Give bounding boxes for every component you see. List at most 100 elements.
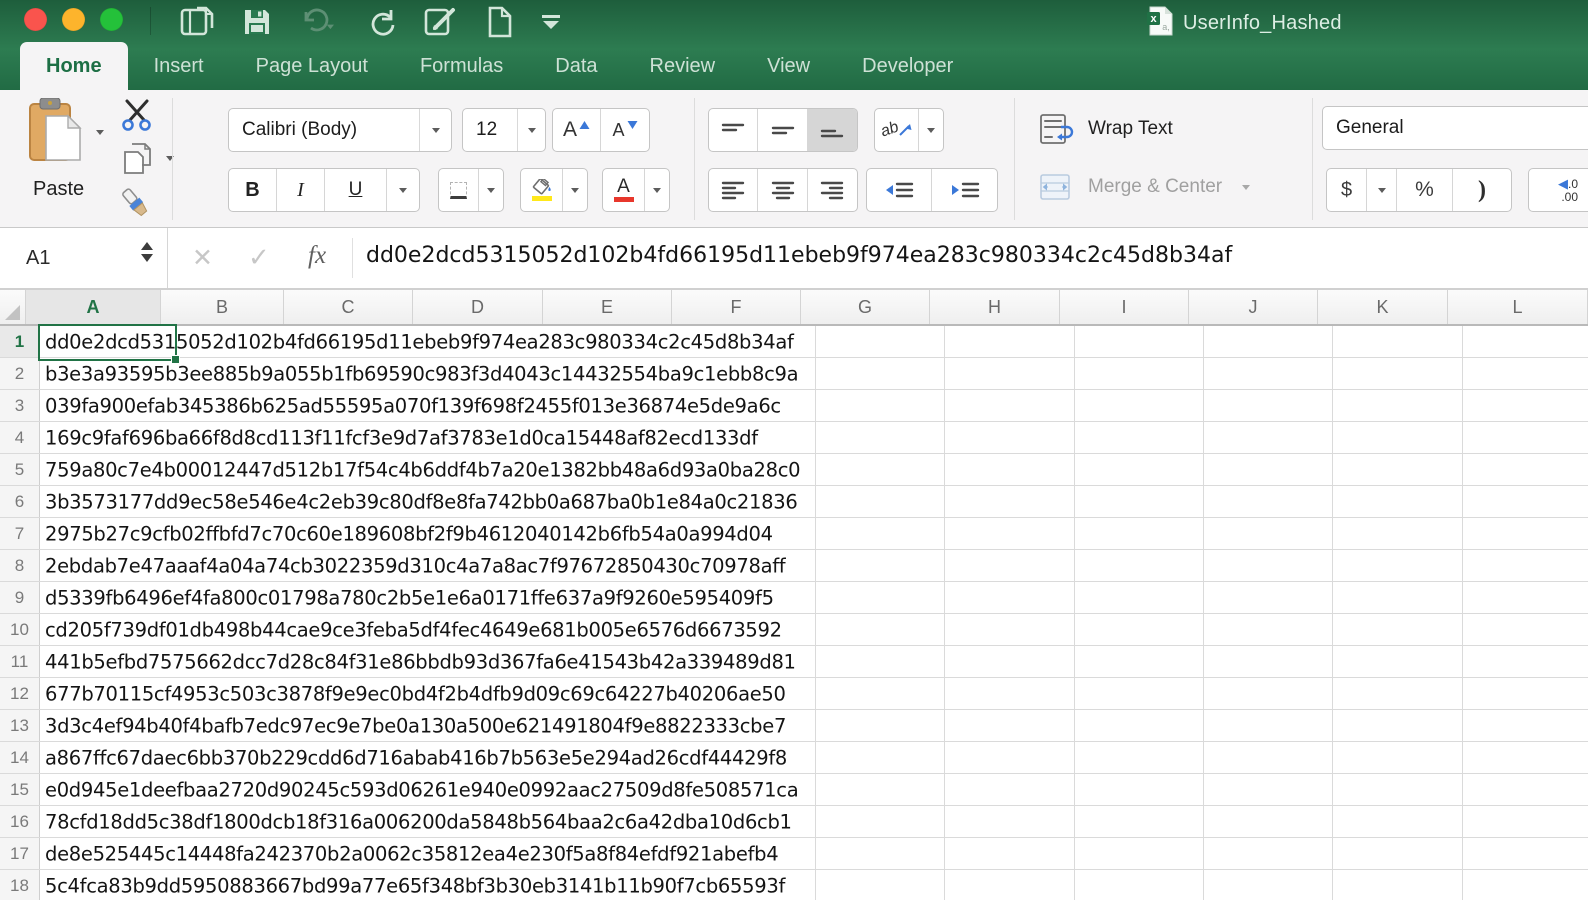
align-left-button[interactable] [709,169,759,211]
row-header-4[interactable]: 4 [0,422,40,453]
row-header-3[interactable]: 3 [0,390,40,421]
decrease-decimal-button[interactable]: ◀.0 .00 [1528,168,1588,212]
currency-button[interactable]: $ [1327,169,1367,211]
borders-button[interactable] [439,169,479,211]
column-header-I[interactable]: I [1060,290,1189,324]
paste-button[interactable] [24,97,86,173]
undo-icon[interactable] [300,7,340,37]
tab-review[interactable]: Review [624,42,742,90]
decrease-indent-button[interactable] [867,169,932,211]
tab-view[interactable]: View [741,42,836,90]
align-right-button[interactable] [808,169,857,211]
cell-value[interactable]: de8e525445c14448fa242370b2a0062c35812ea4… [45,842,779,865]
column-header-F[interactable]: F [672,290,801,324]
align-bottom-button[interactable] [807,109,857,151]
underline-dropdown[interactable] [387,169,419,211]
new-document-icon[interactable] [487,6,513,38]
row-header-5[interactable]: 5 [0,454,40,485]
column-header-C[interactable]: C [284,290,413,324]
column-header-E[interactable]: E [543,290,672,324]
row-header-1[interactable]: 1 [0,326,40,357]
cut-button[interactable] [120,98,154,137]
cell-value[interactable]: 3d3c4ef94b40f4bafb7edc97ec9e7be0a130a500… [45,714,786,737]
number-format-select[interactable]: General [1322,106,1588,150]
orientation-dropdown[interactable] [919,109,943,151]
tab-formulas[interactable]: Formulas [394,42,529,90]
shrink-font-button[interactable]: A [601,109,649,151]
percent-button[interactable]: % [1397,169,1453,211]
name-box[interactable]: A1 [0,228,168,288]
redo-icon[interactable] [367,6,397,38]
cell-value[interactable]: 78cfd18dd5c38df1800dcb18f316a006200da584… [45,810,792,833]
comma-style-button[interactable]: ) [1453,169,1511,211]
close-window-button[interactable] [24,8,47,31]
formula-input[interactable]: dd0e2dcd5315052d102b4fd66195d11ebeb9f974… [366,243,1584,268]
fill-color-button[interactable] [521,169,563,211]
row-header-13[interactable]: 13 [0,710,40,741]
cell-value[interactable]: 039fa900efab345386b625ad55595a070f139f69… [45,394,781,417]
copy-button[interactable] [122,142,154,185]
column-header-K[interactable]: K [1318,290,1448,324]
font-size-select[interactable]: 12 [462,108,546,152]
cell-value[interactable]: 759a80c7e4b00012447d512b17f54c4b6ddf4b7a… [45,458,801,481]
align-center-button[interactable] [758,169,808,211]
font-name-select[interactable]: Calibri (Body) [228,108,452,152]
tab-developer[interactable]: Developer [836,42,979,90]
edit-document-icon[interactable] [424,6,460,38]
cell-value[interactable]: 169c9faf696ba66f8d8cd113f11fcf3e9d7af378… [45,426,758,449]
tab-page-layout[interactable]: Page Layout [230,42,394,90]
column-header-G[interactable]: G [801,290,930,324]
row-header-8[interactable]: 8 [0,550,40,581]
cell-value[interactable]: 441b5efbd7575662dcc7d28c84f31e86bbdb93d3… [45,650,796,673]
row-header-10[interactable]: 10 [0,614,40,645]
row-header-2[interactable]: 2 [0,358,40,389]
row-header-14[interactable]: 14 [0,742,40,773]
tab-home[interactable]: Home [20,42,128,90]
row-header-12[interactable]: 12 [0,678,40,709]
row-header-17[interactable]: 17 [0,838,40,869]
cancel-icon[interactable]: ✕ [192,243,213,273]
align-top-button[interactable] [709,109,759,151]
cell-value[interactable]: b3e3a93595b3ee885b9a055b1fb69590c983f3d4… [45,362,799,385]
cell-value[interactable]: a867ffc67daec6bb370b229cdd6d716abab416b7… [45,746,787,769]
column-header-L[interactable]: L [1448,290,1588,324]
cell-value[interactable]: e0d945e1deefbaa2720d90245c593d06261e940e… [45,778,799,801]
font-color-dropdown[interactable] [645,169,669,211]
orientation-button[interactable]: ab [875,109,919,151]
show-ribbon-icon[interactable] [180,6,214,38]
fill-color-dropdown[interactable] [563,169,587,211]
row-header-16[interactable]: 16 [0,806,40,837]
cell-value[interactable]: 5c4fca83b9dd5950883667bd99a77e65f348bf3b… [45,874,785,897]
currency-dropdown[interactable] [1367,169,1397,211]
customize-toolbar-icon[interactable] [540,13,562,31]
wrap-text-button[interactable]: Wrap Text [1040,114,1173,144]
increase-indent-button[interactable] [932,169,997,211]
italic-button[interactable]: I [277,169,325,211]
bold-button[interactable]: B [229,169,277,211]
column-header-B[interactable]: B [161,290,284,324]
cell-value[interactable]: dd0e2dcd5315052d102b4fd66195d11ebeb9f974… [45,330,794,353]
cell-value[interactable]: d5339fb6496ef4fa800c01798a780c2b5e1e6a01… [45,586,774,609]
insert-function-icon[interactable]: fx [308,242,326,270]
cell-value[interactable]: 2ebdab7e47aaaf4a04a74cb3022359d310c4a7a8… [45,554,786,577]
select-all-corner[interactable] [0,290,26,324]
enter-icon[interactable]: ✓ [248,242,270,273]
column-header-A[interactable]: A [26,290,161,324]
row-header-7[interactable]: 7 [0,518,40,549]
row-header-6[interactable]: 6 [0,486,40,517]
merge-center-dropdown[interactable] [1242,184,1251,190]
tab-data[interactable]: Data [529,42,623,90]
row-header-9[interactable]: 9 [0,582,40,613]
column-header-H[interactable]: H [930,290,1060,324]
cell-value[interactable]: 677b70115cf4953c503c3878f9e9ec0bd4f2b4df… [45,682,786,705]
save-icon[interactable] [241,6,273,38]
row-header-18[interactable]: 18 [0,870,40,900]
row-header-11[interactable]: 11 [0,646,40,677]
column-header-J[interactable]: J [1189,290,1318,324]
row-header-15[interactable]: 15 [0,774,40,805]
cell-value[interactable]: 2975b27c9cfb02ffbfd7c70c60e189608bf2f9b4… [45,522,773,545]
font-color-button[interactable]: A [603,169,645,211]
column-header-D[interactable]: D [413,290,543,324]
borders-dropdown[interactable] [479,169,503,211]
align-middle-button[interactable] [758,109,808,151]
